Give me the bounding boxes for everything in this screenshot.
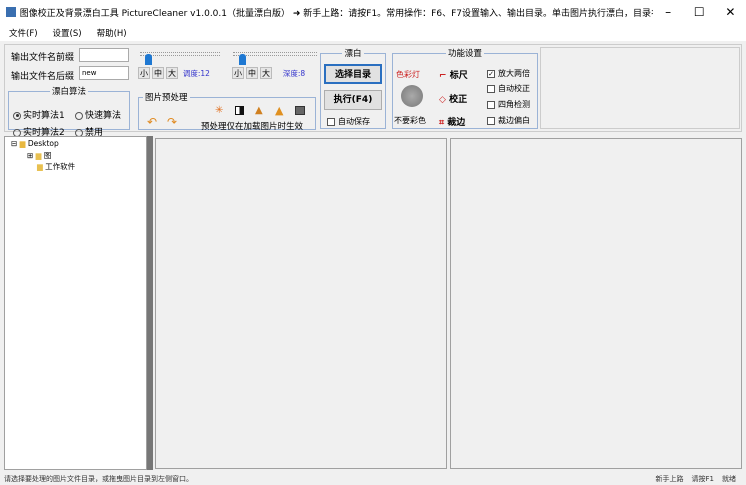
- no-color-label: 不要彩色: [394, 116, 426, 125]
- maximize-button[interactable]: ☐: [684, 5, 715, 19]
- status-bar: 请选择要处理的图片文件目录，或拖曳图片目录到左侧窗口。 新手上路 请按F1 就绪: [0, 472, 746, 485]
- size-large-button[interactable]: 大: [260, 67, 272, 79]
- menu-settings[interactable]: 设置(S): [53, 27, 82, 39]
- suffix-input[interactable]: new: [79, 66, 129, 80]
- color-lamp-label: 色彩灯: [396, 70, 420, 79]
- checkbox-crop-white[interactable]: 裁边偏白: [487, 115, 530, 126]
- checkbox-autocorrect[interactable]: 自动校正: [487, 83, 530, 94]
- tree-item-folder[interactable]: ⊞ ▆ 图: [27, 150, 51, 161]
- ruler-button[interactable]: ⌐ 标尺: [439, 68, 468, 81]
- crop-button[interactable]: ⌗ 裁边: [439, 115, 465, 128]
- window-title: 图像校正及背景漂白工具 PictureCleaner v1.0.0.1（批量漂白…: [19, 8, 653, 19]
- slider-1[interactable]: [140, 48, 220, 65]
- correct-icon: ◇: [439, 95, 446, 105]
- auto-save-checkbox[interactable]: 自动保存: [327, 116, 370, 127]
- preview-area: [540, 47, 740, 129]
- tree-item-desktop[interactable]: ⊟ ▆ Desktop: [11, 139, 59, 148]
- status-help2: 请按F1: [691, 474, 714, 483]
- original-image-pane[interactable]: [155, 138, 447, 469]
- close-button[interactable]: ✕: [715, 5, 746, 19]
- radio-algo1[interactable]: 实时算法1: [13, 108, 65, 121]
- size-large-button[interactable]: 大: [166, 67, 178, 79]
- status-message: 请选择要处理的图片文件目录，或拖曳图片目录到左侧窗口。: [4, 474, 193, 483]
- select-dir-button[interactable]: 选择目录: [324, 64, 382, 84]
- redo-icon[interactable]: ↷: [167, 115, 177, 129]
- menu-bar: 文件(F) 设置(S) 帮助(H): [0, 24, 746, 41]
- result-image-pane[interactable]: [450, 138, 742, 469]
- crop-icon: ⌗: [439, 118, 445, 128]
- correct-button[interactable]: ◇ 校正: [439, 92, 467, 105]
- preprocess-group: 图片预处理 ↶ ↷ ✳ ▲ ▲ 预处理仅在加载图片时生效: [138, 91, 316, 132]
- menu-help[interactable]: 帮助(H): [97, 27, 127, 39]
- slider-1-value: 调度:12: [182, 69, 210, 78]
- color-lamp-icon[interactable]: [401, 85, 423, 107]
- tree-item-folder[interactable]: ▆ 工作软件: [37, 161, 75, 172]
- contrast-icon[interactable]: [235, 106, 244, 115]
- checkbox-corner-detect[interactable]: 四角检测: [487, 99, 530, 110]
- size-small-button[interactable]: 小: [138, 67, 150, 79]
- brightness-icon[interactable]: ✳: [215, 105, 223, 116]
- prefix-label: 输出文件名前缀: [11, 53, 75, 63]
- levels-icon[interactable]: ▲: [255, 105, 263, 116]
- toolbar: 输出文件名前缀 输出文件名后缀 new 小中大 调度:12 小中大 深度:8 漂…: [4, 44, 742, 138]
- suffix-label: 输出文件名后缀: [11, 72, 75, 82]
- features-title: 功能设置: [447, 49, 482, 59]
- minimize-button[interactable]: –: [653, 5, 684, 19]
- bleach-title: 漂白: [344, 49, 362, 59]
- app-icon: [6, 7, 16, 17]
- size-small-button[interactable]: 小: [232, 67, 244, 79]
- color-adjust-icon[interactable]: [295, 106, 305, 115]
- title-bar: 图像校正及背景漂白工具 PictureCleaner v1.0.0.1（批量漂白…: [0, 0, 746, 24]
- folder-tree[interactable]: ⊟ ▆ Desktop ⊞ ▆ 图 ▆ 工作软件: [4, 136, 147, 470]
- algo-group: 漂白算法 实时算法1 快速算法 实时算法2 禁用: [8, 85, 130, 138]
- preprocess-note: 预处理仅在加载图片时生效: [201, 122, 304, 132]
- execute-button[interactable]: 执行(F4): [324, 90, 382, 110]
- size-medium-button[interactable]: 中: [152, 67, 164, 79]
- status-state: 就绪: [722, 474, 736, 483]
- sharpen-icon[interactable]: ▲: [275, 104, 283, 117]
- bleach-group: 漂白 选择目录 执行(F4) 自动保存: [320, 47, 386, 129]
- ruler-icon: ⌐: [439, 71, 447, 81]
- splitter[interactable]: [147, 136, 153, 470]
- slider-2-value: 深度:8: [282, 69, 306, 78]
- features-group: 功能设置 色彩灯 不要彩色 ⌐ 标尺 ◇ 校正 ⌗ 裁边 ✓ 放大两倍 自动校正 …: [392, 47, 538, 129]
- status-help1: 新手上路: [655, 474, 684, 483]
- undo-icon[interactable]: ↶: [147, 115, 157, 129]
- size-medium-button[interactable]: 中: [246, 67, 258, 79]
- algo-title: 漂白算法: [51, 87, 86, 97]
- menu-file[interactable]: 文件(F): [9, 27, 38, 39]
- slider-2[interactable]: [233, 48, 317, 65]
- radio-fast[interactable]: 快速算法: [75, 108, 121, 121]
- checkbox-zoom2x[interactable]: ✓ 放大两倍: [487, 68, 530, 79]
- slider-thumb[interactable]: [239, 54, 246, 65]
- preprocess-title: 图片预处理: [145, 93, 188, 103]
- prefix-input[interactable]: [79, 48, 129, 62]
- slider-thumb[interactable]: [145, 54, 152, 65]
